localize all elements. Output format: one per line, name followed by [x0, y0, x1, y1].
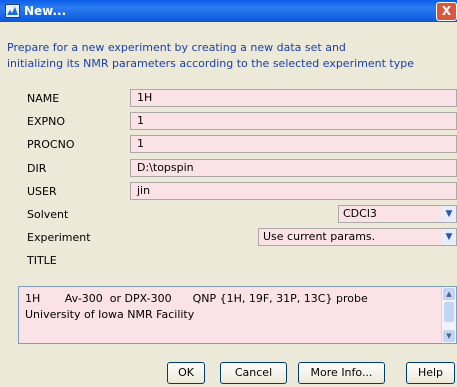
user-field[interactable]: jin	[130, 182, 457, 200]
experiment-label: Experiment	[27, 231, 91, 244]
solvent-dropdown[interactable]: CDCl3 ▼	[338, 205, 457, 223]
title-bar: New... X	[0, 0, 457, 22]
dir-label: DIR	[27, 162, 47, 175]
description-line-1: Prepare for a new experiment by creating…	[7, 41, 346, 54]
close-button[interactable]: X	[436, 2, 457, 21]
close-icon: X	[441, 4, 452, 18]
app-icon	[5, 4, 20, 18]
expno-label: EXPNO	[27, 115, 66, 128]
help-button[interactable]: Help	[406, 362, 455, 384]
chevron-down-icon[interactable]: ▼	[442, 229, 456, 245]
scroll-thumb[interactable]	[444, 302, 454, 322]
experiment-dropdown[interactable]: Use current params. ▼	[258, 228, 457, 246]
title-line-2: University of Iowa NMR Facility	[25, 308, 195, 321]
cancel-button[interactable]: Cancel	[220, 362, 287, 384]
scroll-up-icon[interactable]: ▲	[443, 288, 455, 300]
solvent-label: Solvent	[27, 208, 69, 221]
expno-field[interactable]: 1	[130, 112, 457, 130]
user-label: USER	[27, 185, 57, 198]
ok-button[interactable]: OK	[167, 362, 205, 384]
name-label: NAME	[27, 92, 60, 105]
window-title: New...	[24, 4, 67, 18]
title-label: TITLE	[27, 254, 57, 267]
dir-field[interactable]: D:\topspin	[130, 159, 457, 177]
name-field[interactable]: 1H	[130, 89, 457, 107]
experiment-value: Use current params.	[263, 230, 376, 243]
procno-label: PROCNO	[27, 138, 75, 151]
vertical-scrollbar[interactable]: ▲ ▼	[441, 287, 456, 343]
solvent-value: CDCl3	[343, 207, 377, 220]
procno-field[interactable]: 1	[130, 135, 457, 153]
description-line-2: initializing its NMR parameters accordin…	[7, 57, 414, 70]
title-textarea[interactable]: 1H Av-300 or DPX-300 QNP {1H, 19F, 31P, …	[18, 286, 457, 344]
chevron-down-icon[interactable]: ▼	[442, 206, 456, 222]
more-info-button[interactable]: More Info...	[298, 362, 385, 384]
scroll-down-icon[interactable]: ▼	[443, 330, 455, 342]
title-line-1: 1H Av-300 or DPX-300 QNP {1H, 19F, 31P, …	[25, 292, 368, 305]
